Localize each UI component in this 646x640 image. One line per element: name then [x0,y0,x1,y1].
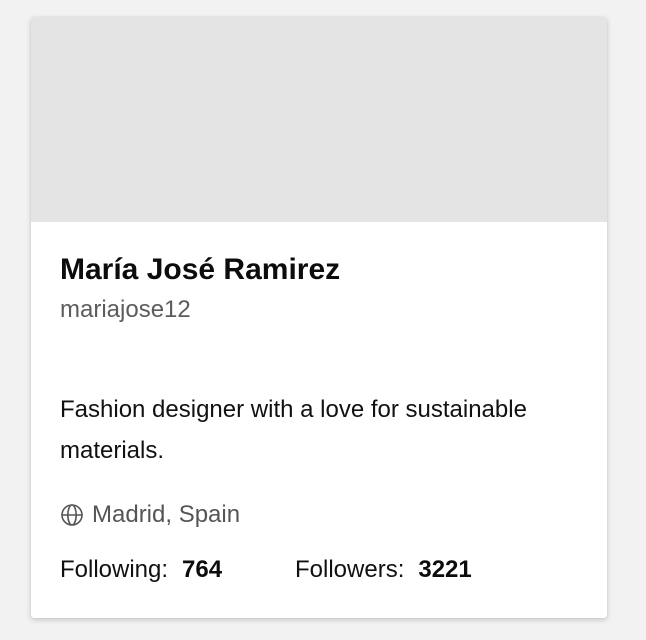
following-stat[interactable]: Following: 764 [60,555,295,585]
profile-stats: Following: 764 Followers: 3221 [60,555,472,585]
followers-count: 3221 [418,556,472,583]
profile-banner [31,17,607,222]
profile-location: Madrid, Spain [60,500,240,530]
profile-card: María José Ramirez mariajose12 Fashion d… [31,17,607,618]
location-text: Madrid, Spain [92,501,241,528]
profile-bio: Fashion designer with a love for sustain… [60,396,527,464]
following-count: 764 [182,556,223,583]
followers-stat[interactable]: Followers: 3221 [295,555,472,585]
profile-name: María José Ramirez [60,253,341,286]
followers-label: Followers: [295,556,405,583]
globe-icon [60,503,84,527]
profile-username: mariajose12 [60,296,191,323]
following-label: Following: [60,556,169,583]
